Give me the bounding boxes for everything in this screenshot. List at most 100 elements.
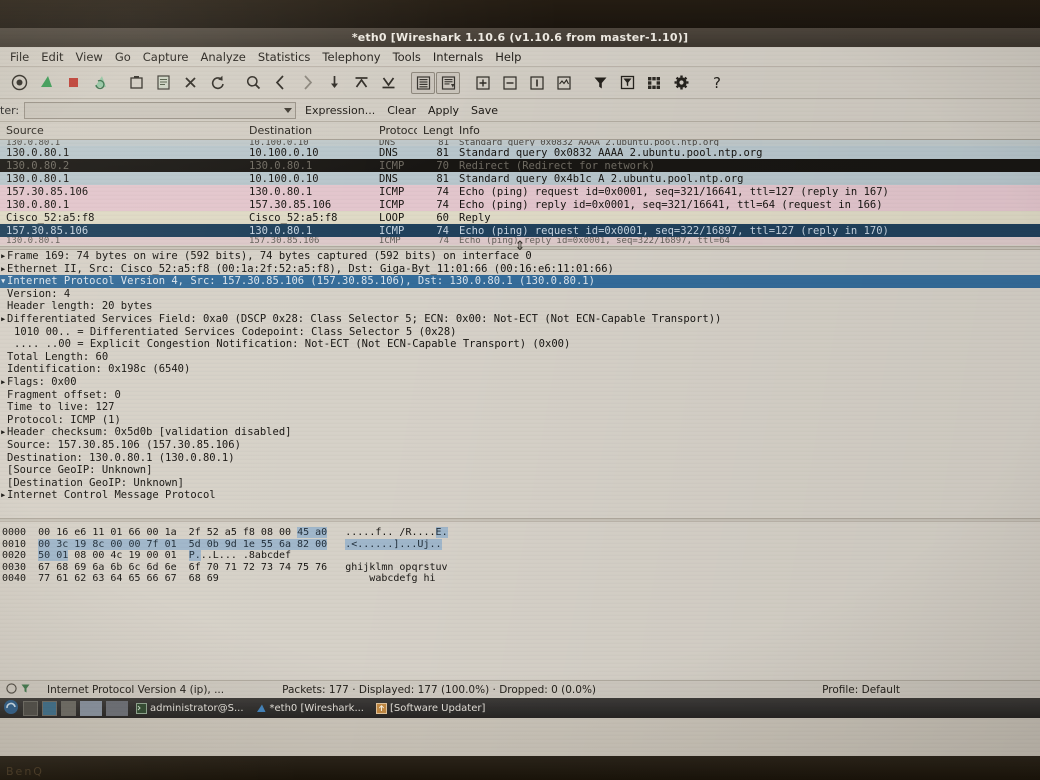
- restart-capture-icon[interactable]: [87, 70, 113, 96]
- table-row[interactable]: 130.0.80.1 10.100.0.10 DNS 81 Standard q…: [0, 146, 1040, 159]
- detail-row[interactable]: Total Length: 60: [0, 351, 1040, 364]
- detail-row[interactable]: Version: 4: [0, 288, 1040, 301]
- menu-item-file[interactable]: File: [4, 49, 35, 65]
- menu-item-tools[interactable]: Tools: [387, 49, 427, 65]
- filter-input[interactable]: [24, 101, 296, 119]
- menu-item-statistics[interactable]: Statistics: [252, 49, 317, 65]
- table-row[interactable]: 130.0.80.1 10.100.0.10 DNS 81 Standard q…: [0, 172, 1040, 185]
- detail-row[interactable]: ▸Flags: 0x00: [0, 376, 1040, 389]
- hex-bytes-selected[interactable]: 50 01: [38, 550, 69, 561]
- packet-list-header[interactable]: Source Destination Protocol Lengtl Info: [0, 122, 1040, 140]
- taskbar-icon-2[interactable]: [42, 700, 57, 716]
- table-row[interactable]: 130.0.80.1 157.30.85.106 ICMP 74 Echo (p…: [0, 198, 1040, 211]
- go-forward-icon[interactable]: [294, 70, 320, 96]
- capture-filters-icon[interactable]: [587, 70, 613, 96]
- detail-row[interactable]: Source: 157.30.85.106 (157.30.85.106): [0, 439, 1040, 452]
- hex-bytes-selected[interactable]: 00 3c 19 8c 00 00 7f 01 5d 0b 9d 1e 55 6…: [38, 538, 328, 550]
- display-filters-icon[interactable]: [614, 70, 640, 96]
- detail-row[interactable]: ▸Header checksum: 0x5d0b [validation dis…: [0, 426, 1040, 439]
- expander-arrow-icon[interactable]: ▸: [0, 426, 7, 439]
- hex-row[interactable]: 0030 67 68 69 6a 6b 6c 6d 6e 6f 70 71 72…: [0, 562, 1040, 574]
- taskbar-icon-3[interactable]: [61, 700, 76, 716]
- detail-row[interactable]: ▸Frame 169: 74 bytes on wire (592 bits),…: [0, 250, 1040, 263]
- main-toolbar[interactable]: ?: [0, 67, 1040, 99]
- packet-details-pane[interactable]: ▸Frame 169: 74 bytes on wire (592 bits),…: [0, 250, 1040, 518]
- stop-capture-icon[interactable]: [60, 70, 86, 96]
- expander-arrow-icon[interactable]: ▸: [0, 313, 7, 326]
- list-interfaces-icon[interactable]: [6, 70, 32, 96]
- go-first-packet-icon[interactable]: [348, 70, 374, 96]
- resize-columns-icon[interactable]: [551, 70, 577, 96]
- ubuntu-launcher-icon[interactable]: [3, 699, 19, 718]
- menu-item-go[interactable]: Go: [109, 49, 137, 65]
- detail-row[interactable]: Destination: 130.0.80.1 (130.0.80.1): [0, 452, 1040, 465]
- detail-row[interactable]: ▸Ethernet II, Src: Cisco_52:a5:f8 (00:1a…: [0, 263, 1040, 276]
- menu-item-help[interactable]: Help: [489, 49, 527, 65]
- detail-row[interactable]: ▸Internet Control Message Protocol: [0, 489, 1040, 502]
- detail-row[interactable]: 1010 00.. = Differentiated Services Code…: [0, 326, 1040, 339]
- display-filter-bar[interactable]: ter: Expression... Clear Apply Save: [0, 99, 1040, 122]
- find-packet-icon[interactable]: [240, 70, 266, 96]
- taskbar-window-updater[interactable]: [Software Updater]: [372, 702, 489, 714]
- colorize-icon[interactable]: [411, 71, 435, 94]
- desktop-taskbar[interactable]: administrator@S... *eth0 [Wireshark... […: [0, 698, 1040, 718]
- detail-row[interactable]: Header length: 20 bytes: [0, 300, 1040, 313]
- reload-icon[interactable]: [204, 70, 230, 96]
- status-bar[interactable]: Internet Protocol Version 4 (ip), ... Pa…: [0, 680, 1040, 698]
- zoom-out-icon[interactable]: [497, 70, 523, 96]
- close-file-icon[interactable]: [177, 70, 203, 96]
- hex-ascii-selected[interactable]: P.: [188, 550, 201, 561]
- column-header-info[interactable]: Info: [453, 124, 1040, 137]
- detail-row[interactable]: [Source GeoIP: Unknown]: [0, 464, 1040, 477]
- preferences-icon[interactable]: [668, 70, 694, 96]
- workspace-switcher-1[interactable]: [80, 700, 102, 716]
- hex-row[interactable]: 0010 00 3c 19 8c 00 00 7f 01 5d 0b 9d 1e…: [0, 538, 1040, 551]
- menu-item-capture[interactable]: Capture: [137, 49, 195, 65]
- column-header-destination[interactable]: Destination: [243, 124, 373, 137]
- menu-item-telephony[interactable]: Telephony: [316, 49, 386, 65]
- detail-row[interactable]: Fragment offset: 0: [0, 389, 1040, 402]
- save-file-icon[interactable]: [150, 70, 176, 96]
- expert-info-icon[interactable]: [6, 682, 17, 697]
- go-last-packet-icon[interactable]: [375, 70, 401, 96]
- zoom-normal-icon[interactable]: [524, 70, 550, 96]
- expander-arrow-icon[interactable]: ▸: [0, 250, 7, 263]
- table-row-partial-top[interactable]: 130.0.80.1 10.100.0.10 DNS 81 Standard query…: [0, 140, 1040, 146]
- table-row-selected[interactable]: 157.30.85.106 130.0.80.1 ICMP 74 Echo (p…: [0, 224, 1040, 237]
- table-row[interactable]: Cisco_52:a5:f8 Cisco_52:a5:f8 LOOP 60 Re…: [0, 211, 1040, 224]
- workspace-switcher-2[interactable]: [106, 700, 128, 716]
- detail-row[interactable]: Protocol: ICMP (1): [0, 414, 1040, 427]
- expander-arrow-icon[interactable]: ▾: [0, 275, 7, 288]
- start-capture-icon[interactable]: [33, 70, 59, 96]
- help-icon[interactable]: ?: [704, 70, 730, 96]
- expander-arrow-icon[interactable]: ▸: [0, 489, 7, 502]
- table-row[interactable]: 157.30.85.106 130.0.80.1 ICMP 74 Echo (p…: [0, 185, 1040, 198]
- expander-arrow-icon[interactable]: ▸: [0, 376, 7, 389]
- filter-clear-button[interactable]: Clear: [384, 104, 419, 117]
- expander-arrow-icon[interactable]: ▸: [0, 263, 7, 276]
- menu-item-analyze[interactable]: Analyze: [195, 49, 252, 65]
- menu-item-internals[interactable]: Internals: [427, 49, 489, 65]
- chevron-down-icon[interactable]: [284, 107, 292, 113]
- detail-row[interactable]: [Destination GeoIP: Unknown]: [0, 477, 1040, 490]
- hex-row[interactable]: 0020 50 01 08 00 4c 19 00 01 P...L... .8…: [0, 550, 1040, 562]
- filter-expression-button[interactable]: Expression...: [302, 104, 378, 117]
- detail-row[interactable]: ▸Differentiated Services Field: 0xa0 (DS…: [0, 313, 1040, 326]
- hex-ascii-selected[interactable]: E.: [435, 527, 448, 538]
- menu-item-view[interactable]: View: [70, 49, 109, 65]
- hex-row[interactable]: 0040 77 61 62 63 64 65 66 67 68 69 wabcd…: [0, 573, 1040, 585]
- autoscroll-icon[interactable]: [436, 71, 460, 94]
- packet-list[interactable]: 130.0.80.1 10.100.0.10 DNS 81 Standard query…: [0, 140, 1040, 246]
- column-header-length[interactable]: Lengtl: [417, 124, 453, 137]
- status-profile[interactable]: Profile: Default: [814, 684, 1040, 696]
- open-file-icon[interactable]: [123, 70, 149, 96]
- packet-bytes-pane[interactable]: 0000 00 16 e6 11 01 66 00 1a 2f 52 a5 f8…: [0, 522, 1040, 612]
- go-to-packet-icon[interactable]: [321, 70, 347, 96]
- filter-apply-button[interactable]: Apply: [425, 104, 462, 117]
- column-header-source[interactable]: Source: [0, 124, 243, 137]
- taskbar-icon-1[interactable]: [23, 700, 38, 716]
- detail-row[interactable]: Identification: 0x198c (6540): [0, 363, 1040, 376]
- taskbar-window-terminal[interactable]: administrator@S...: [132, 702, 248, 714]
- table-row[interactable]: 130.0.80.2 130.0.80.1 ICMP 70 Redirect (…: [0, 159, 1040, 172]
- detail-row[interactable]: .... ..00 = Explicit Congestion Notifica…: [0, 338, 1040, 351]
